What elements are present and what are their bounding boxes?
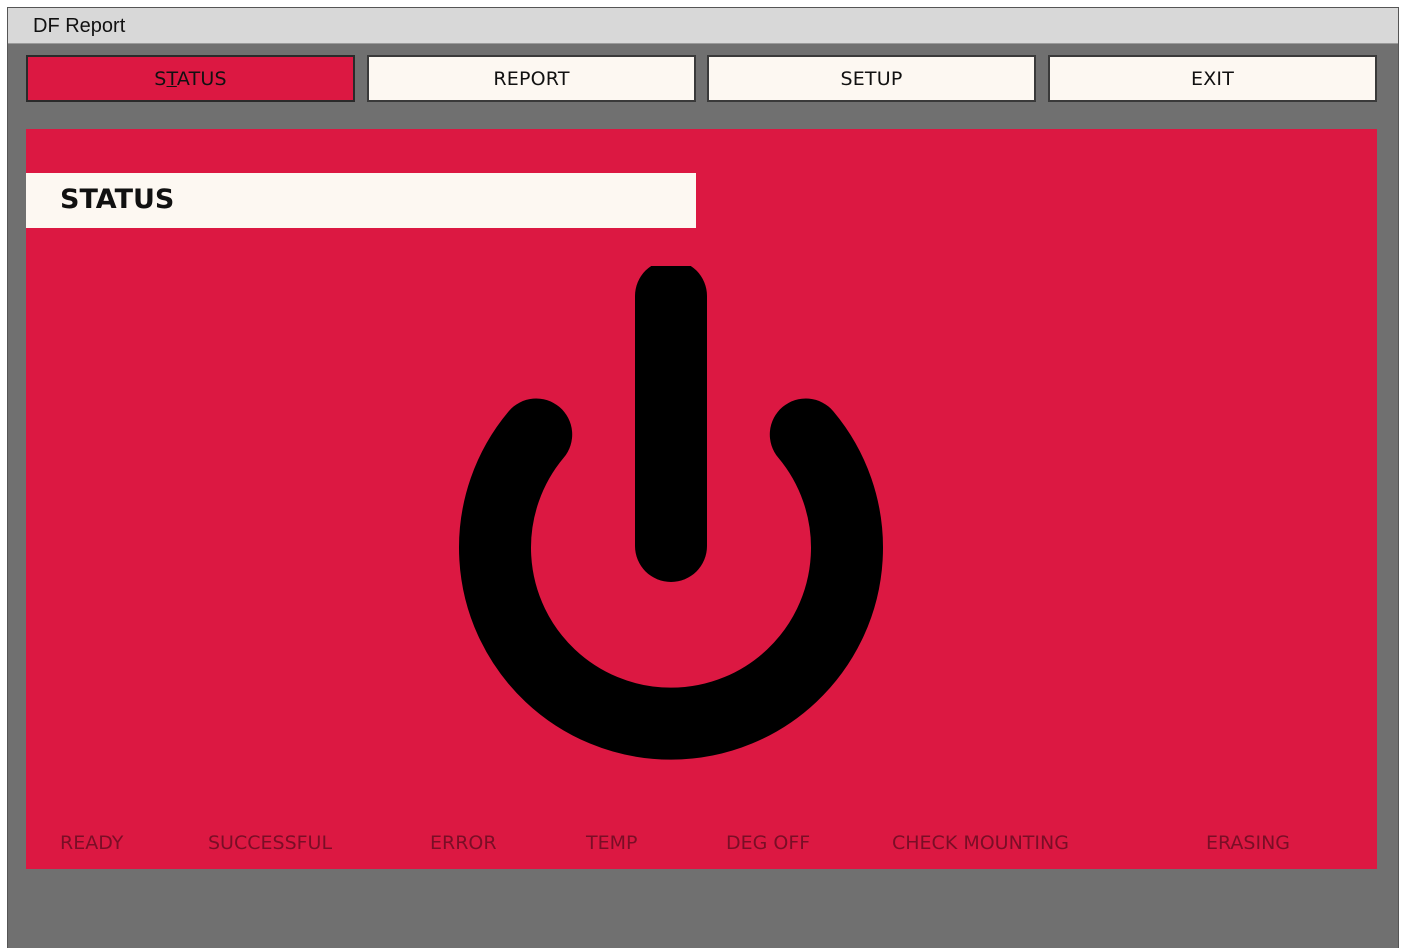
- window-title: DF Report: [33, 15, 126, 37]
- report-tab-label: REPORT: [493, 67, 570, 90]
- exit-button[interactable]: EXIT: [1048, 55, 1377, 102]
- app-window: DF Report STATUS REPORT SETUP EXIT STATU…: [7, 7, 1399, 948]
- status-tab-button[interactable]: STATUS: [26, 55, 355, 102]
- setup-tab-label: SETUP: [840, 67, 903, 90]
- setup-tab-button[interactable]: SETUP: [707, 55, 1036, 102]
- status-ready-label: READY: [60, 832, 124, 854]
- status-erasing-label: ERASING: [1206, 832, 1291, 854]
- status-tab-label: STATUS: [154, 67, 227, 90]
- status-error-label: ERROR: [430, 832, 497, 854]
- title-bar[interactable]: DF Report: [8, 8, 1398, 44]
- exit-button-label: EXIT: [1190, 67, 1235, 90]
- panel-title: STATUS: [60, 184, 175, 215]
- status-panel: STATUS READY SUCCESSFUL ERROR TEMP DEG O…: [26, 129, 1377, 869]
- report-tab-button[interactable]: REPORT: [367, 55, 696, 102]
- status-deg-off-label: DEG OFF: [726, 832, 811, 854]
- status-temp-label: TEMP: [586, 832, 638, 854]
- status-check-mounting-label: CHECK MOUNTING: [892, 832, 1069, 854]
- status-successful-label: SUCCESSFUL: [208, 832, 333, 854]
- power-icon: [459, 266, 883, 760]
- panel-header: STATUS: [26, 173, 696, 228]
